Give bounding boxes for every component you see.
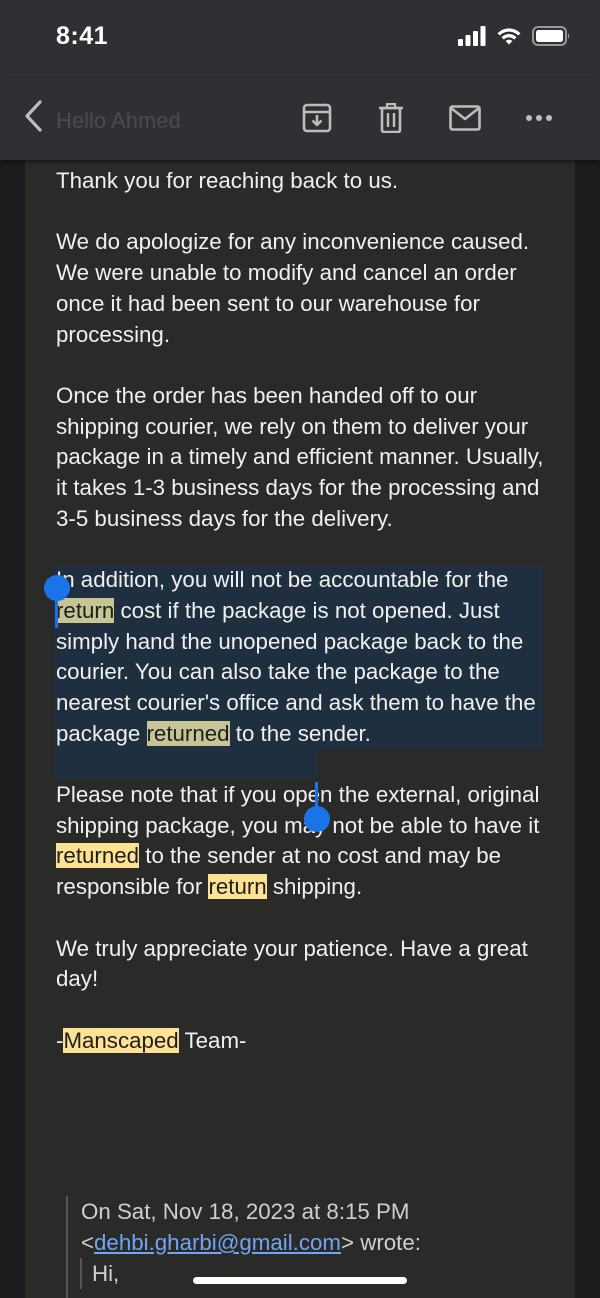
email-signature: -Manscaped Team-: [56, 1027, 247, 1053]
sender-email-link[interactable]: dehbi.gharbi@gmail.com: [94, 1230, 341, 1255]
mail-icon: [449, 105, 481, 131]
trash-icon: [379, 103, 403, 133]
text-selection: [54, 749, 317, 780]
selection-start-caret: [55, 598, 58, 628]
back-chevron-icon: [25, 100, 42, 132]
status-time: 8:41: [56, 22, 109, 50]
delete-button[interactable]: [354, 98, 428, 138]
search-highlight: return: [56, 597, 115, 623]
status-icons: [458, 26, 572, 46]
quote-header: On Sat, Nov 18, 2023 at 8:15 PM <dehbi.g…: [81, 1199, 421, 1255]
selected-paragraph[interactable]: In addition, you will not be accountable…: [54, 565, 556, 780]
quote-greeting: Hi,: [92, 1261, 120, 1286]
email-toolbar: Hello Ahmed: [0, 78, 600, 160]
more-icon: [526, 115, 552, 121]
battery-icon: [532, 26, 570, 46]
signal-icon: [458, 26, 486, 46]
search-highlight: returned: [146, 720, 230, 746]
email-subject-title: Hello Ahmed: [56, 108, 181, 133]
toolbar-actions: [280, 98, 576, 138]
search-highlight: Manscaped: [63, 1027, 179, 1053]
more-options-button[interactable]: [502, 98, 576, 138]
wifi-icon: [497, 28, 521, 45]
email-paragraph: Thank you for reaching back to us.: [56, 168, 399, 193]
nested-quote: Hi,: [80, 1258, 546, 1289]
archive-icon: [302, 103, 332, 133]
back-button[interactable]: [20, 96, 50, 136]
search-highlight: returned: [56, 843, 140, 869]
email-paragraph: Please note that if you open the externa…: [56, 782, 540, 900]
email-paragraph: We do apologize for any inconvenience ca…: [56, 229, 530, 347]
email-paragraph: Once the order has been handed off to ou…: [56, 382, 544, 531]
archive-button[interactable]: [280, 98, 354, 138]
home-indicator[interactable]: [193, 1277, 407, 1284]
mark-unread-button[interactable]: [428, 98, 502, 138]
search-highlight: return: [208, 874, 267, 900]
selection-end-handle[interactable]: [304, 806, 330, 832]
email-paragraph: We truly appreciate your patience. Have …: [56, 935, 528, 992]
email-body: Thank you for reaching back to us. We do…: [54, 166, 556, 1087]
status-bar: 8:41: [0, 0, 600, 78]
